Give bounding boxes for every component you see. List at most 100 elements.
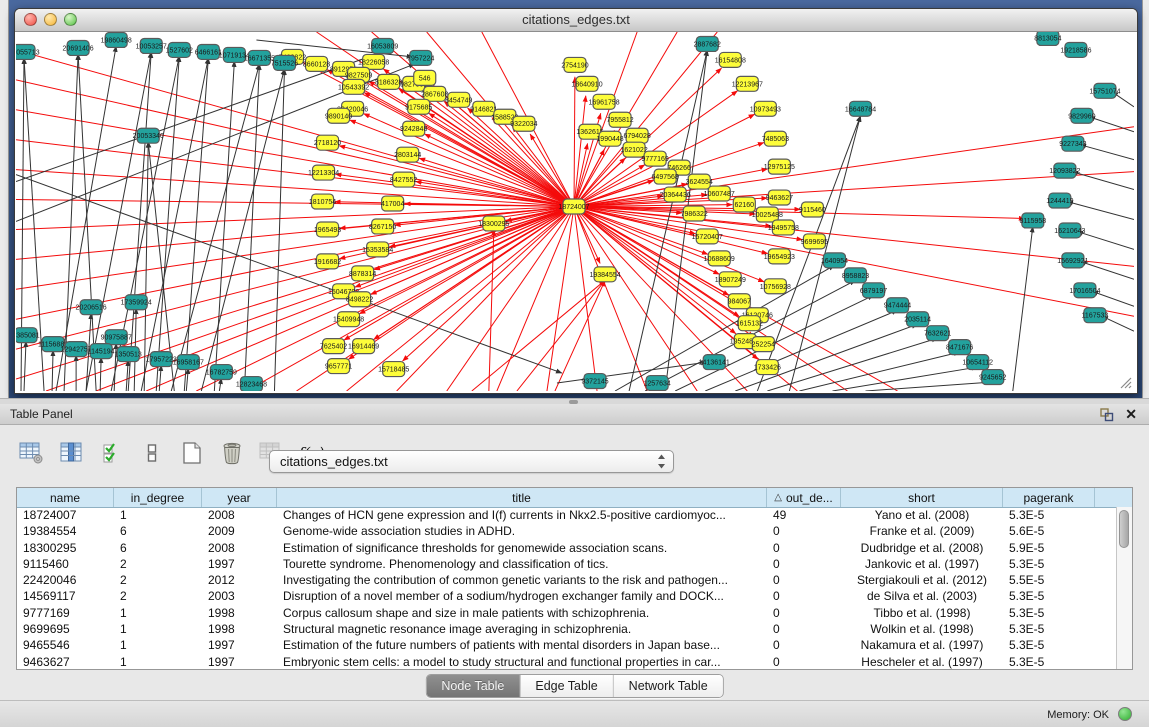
table-cell[interactable]: 5.9E-5	[1003, 540, 1095, 556]
table-row[interactable]: 911546021997Tourette syndrome. Phenomeno…	[17, 556, 1117, 572]
graph-node[interactable]: 10654112	[962, 355, 993, 370]
graph-edge[interactable]	[201, 69, 284, 391]
graph-node[interactable]: 16648784	[845, 101, 876, 116]
graph-edge[interactable]	[16, 50, 574, 207]
graph-node[interactable]: 17016504	[1069, 283, 1100, 298]
graph-node[interactable]: 19654923	[764, 249, 795, 264]
table-cell[interactable]: 22420046	[17, 572, 114, 588]
table-row[interactable]: 969969511998Structural magnetic resonanc…	[17, 621, 1117, 637]
table-cell[interactable]: 6	[114, 523, 202, 539]
graph-edge[interactable]	[186, 368, 188, 391]
table-row[interactable]: 1872400712008Changes of HCN gene express…	[17, 507, 1117, 523]
table-cell[interactable]: 1998	[202, 605, 277, 621]
graph-edge[interactable]	[144, 142, 148, 391]
table-cell[interactable]: 9777169	[17, 605, 114, 621]
table-cell[interactable]: 1998	[202, 621, 277, 637]
graph-node[interactable]: 6794028	[623, 128, 650, 143]
graph-node[interactable]: 14055713	[16, 44, 40, 59]
table-cell[interactable]: 18724007	[17, 507, 114, 523]
table-cell[interactable]: Changes of HCN gene expression and I(f) …	[277, 507, 767, 523]
table-mode-icon[interactable]	[18, 439, 45, 467]
graph-node[interactable]: 7625402	[320, 339, 347, 354]
graph-node[interactable]: 9890140	[325, 108, 352, 123]
graph-node[interactable]: 12093822	[1049, 163, 1080, 178]
table-cell[interactable]: 2	[114, 556, 202, 572]
graph-node[interactable]: 2803144	[394, 147, 421, 162]
citation-network-graph[interactable]: 1872400774638228660128891295418226058982…	[16, 32, 1134, 391]
graph-node[interactable]: 10688609	[704, 251, 735, 266]
select-columns-icon[interactable]	[98, 439, 125, 467]
column-header-year[interactable]: year	[202, 488, 277, 507]
graph-node[interactable]: 546	[414, 70, 436, 85]
table-cell[interactable]: Franke et al. (2009)	[841, 523, 1003, 539]
graph-node[interactable]: 62160	[733, 197, 755, 212]
table-row[interactable]: 977716911998Corpus callosum shape and si…	[17, 605, 1117, 621]
graph-node[interactable]: 1257634	[644, 376, 671, 391]
table-cell[interactable]: Estimation of the future numbers of pati…	[277, 637, 767, 653]
table-cell[interactable]: Yano et al. (2008)	[841, 507, 1003, 523]
table-selector-dropdown[interactable]: citations_edges.txt	[269, 450, 674, 473]
graph-node[interactable]: 2887682	[694, 36, 721, 51]
graph-node[interactable]: 2718120	[314, 135, 341, 150]
float-panel-icon[interactable]	[1099, 407, 1114, 422]
table-cell[interactable]: 5.6E-5	[1003, 523, 1095, 539]
graph-node[interactable]: 1350513	[115, 347, 142, 362]
graph-edge[interactable]	[159, 365, 161, 391]
graph-node[interactable]: 10756928	[760, 279, 791, 294]
graph-node[interactable]: 15353584	[362, 242, 393, 257]
graph-node[interactable]: 1640954	[821, 253, 848, 268]
table-cell[interactable]: 1	[114, 507, 202, 523]
table-row[interactable]: 1938455462009Genome-wide association stu…	[17, 523, 1117, 539]
graph-node[interactable]: 19384554	[589, 267, 620, 282]
table-cell[interactable]: 2003	[202, 588, 277, 604]
graph-node[interactable]: 9322034	[510, 116, 537, 131]
graph-node[interactable]: 1990448	[596, 131, 623, 146]
graph-node[interactable]: 7986322	[681, 206, 708, 221]
table-cell[interactable]: Tibbo et al. (1998)	[841, 605, 1003, 621]
graph-node[interactable]: 1527602	[166, 42, 193, 57]
graph-node[interactable]: 252254	[752, 337, 775, 352]
graph-node[interactable]: 9829960	[1068, 108, 1095, 123]
table-cell[interactable]: 9465546	[17, 637, 114, 653]
table-cell[interactable]: Corpus callosum shape and size in male p…	[277, 605, 767, 621]
graph-node[interactable]: 9777169	[642, 151, 669, 166]
table-cell[interactable]: 1	[114, 654, 202, 669]
graph-node[interactable]: 1810754	[309, 194, 336, 209]
table-cell[interactable]: 5.3E-5	[1003, 507, 1095, 523]
table-cell[interactable]: Nakamura et al. (1997)	[841, 637, 1003, 653]
delete-column-icon[interactable]	[218, 439, 245, 467]
graph-node[interactable]: 15409948	[333, 312, 364, 327]
table-cell[interactable]: Hescheler et al. (1997)	[841, 654, 1003, 669]
table-cell[interactable]: 0	[767, 621, 841, 637]
table-cell[interactable]: 0	[767, 572, 841, 588]
graph-node[interactable]: 3624554	[686, 174, 713, 189]
table-cell[interactable]: Investigating the contribution of common…	[277, 572, 767, 588]
graph-node[interactable]: 19218586	[1060, 42, 1091, 57]
vertical-scrollbar[interactable]	[1116, 507, 1132, 669]
create-column-icon[interactable]	[178, 439, 205, 467]
tab-network-table[interactable]: Network Table	[614, 675, 723, 697]
graph-node[interactable]: 90975887	[101, 330, 132, 345]
graph-edge[interactable]	[1013, 226, 1033, 391]
graph-node[interactable]: 20691406	[63, 40, 94, 55]
table-cell[interactable]: Tourette syndrome. Phenomenology and cla…	[277, 556, 767, 572]
table-cell[interactable]: 5.3E-5	[1003, 654, 1095, 669]
graph-node[interactable]: 20206516	[76, 300, 107, 315]
tab-node-table[interactable]: Node Table	[426, 675, 520, 697]
graph-edge[interactable]	[78, 54, 96, 391]
graph-node[interactable]: 8660128	[303, 56, 330, 71]
graph-node[interactable]: 7485063	[762, 131, 789, 146]
table-cell[interactable]: 5.5E-5	[1003, 572, 1095, 588]
graph-node[interactable]: 9227343	[1059, 136, 1086, 151]
graph-node[interactable]: 9372145	[581, 374, 608, 389]
minimize-window-icon[interactable]	[44, 13, 57, 26]
table-cell[interactable]: 9463627	[17, 654, 114, 669]
graph-node[interactable]: 9699695	[801, 234, 828, 249]
table-cell[interactable]: 1997	[202, 556, 277, 572]
table-cell[interactable]: 9115460	[17, 556, 114, 572]
graph-node[interactable]: 19860498	[101, 32, 132, 47]
graph-edge[interactable]	[1067, 202, 1134, 220]
network-canvas[interactable]: 1872400774638228660128891295418226058982…	[16, 32, 1134, 391]
node-layer[interactable]: 1872400774638228660128891295418226058982…	[16, 32, 1121, 391]
graph-edge[interactable]	[574, 207, 597, 391]
